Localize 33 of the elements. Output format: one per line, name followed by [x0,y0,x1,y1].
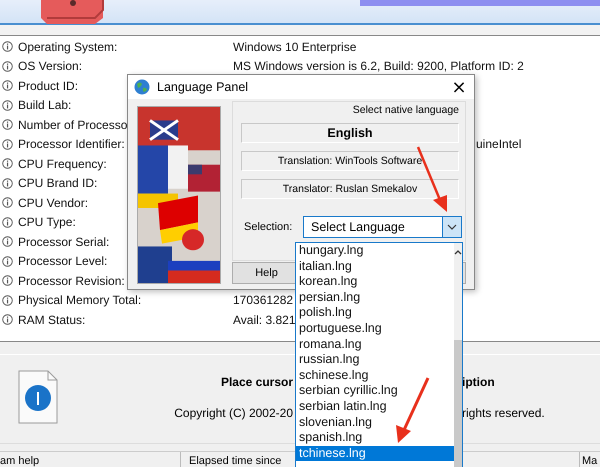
description-title: Place cursor [220,375,293,389]
property-label: Physical Memory Total: [18,293,142,308]
property-label: CPU Brand ID: [18,176,98,190]
translator-credit: Translator: Ruslan Smekalov [241,179,459,199]
property-label: Product ID: [18,78,78,93]
property-label: Number of Processo [18,118,128,132]
property-label: Processor Level: [18,254,108,268]
property-label: CPU Vendor: [18,196,88,210]
property-label: Processor Identifier: [18,137,125,152]
property-label: Processor Serial: [18,234,110,249]
property-label: RAM Status: [18,312,86,327]
status-text: am help [0,454,40,466]
status-text: Ma [582,454,598,466]
property-value: uineIntel [476,137,522,152]
language-name: English [241,123,459,143]
property-value: MS Windows version is 6.2, Build: 9200, Platform ID: 2 [233,59,524,74]
selection-label: Selection: [243,221,294,233]
status-text: Elapsed time since [189,454,282,466]
description-title: iption [462,375,496,389]
property-label: OS Version: [18,59,82,74]
property-label: CPU Type: [18,215,76,230]
property-value: Windows 10 Enterprise [233,40,356,54]
copyright-text: Copyright (C) 2002-20 [174,406,293,420]
translation-credit: Translation: WinTools Software [241,151,459,171]
property-label: Operating System: [18,40,118,54]
property-label: Build Lab: [18,98,72,112]
property-label: CPU Frequency: [18,156,107,171]
window-title: Language Panel [157,80,250,94]
property-value: 170361282 [233,293,294,308]
copyright-text: rights reserved. [462,406,546,420]
property-label: Processor Revision: [18,274,125,288]
property-value: Avail: 3.821 [233,312,296,327]
group-label: Select native language [352,104,459,116]
